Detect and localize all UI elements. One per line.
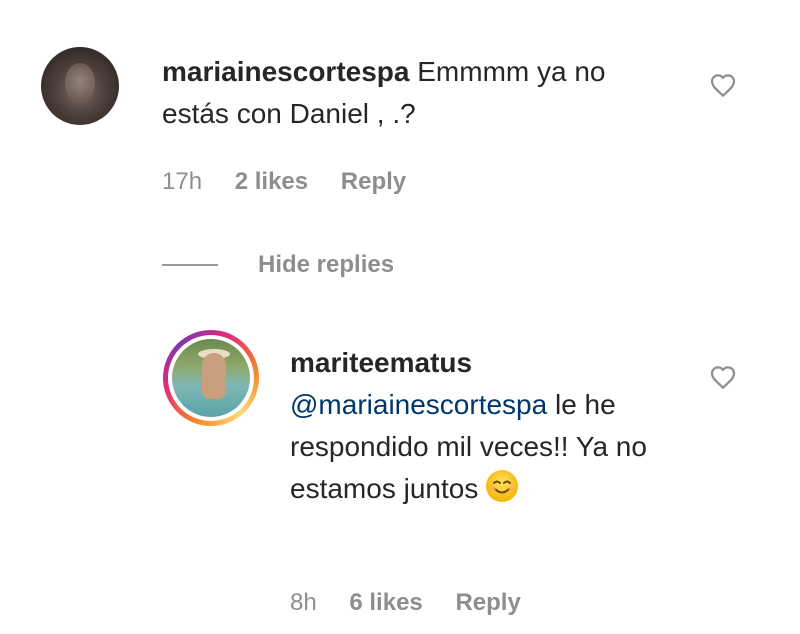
avatar-mariteematus-story-ring[interactable] — [163, 330, 259, 426]
comment-meta: 17h 2 likes Reply — [162, 168, 432, 196]
hide-replies-button[interactable]: Hide replies — [162, 250, 394, 280]
avatar-figure — [202, 353, 226, 399]
divider-line — [162, 264, 218, 266]
avatar-photo — [65, 63, 95, 103]
avatar-mariteematus — [172, 339, 250, 417]
comment-reply-button[interactable]: Reply — [341, 168, 406, 196]
hide-replies-label: Hide replies — [258, 251, 395, 278]
reply-mention-link[interactable]: @mariainescortespa — [290, 389, 547, 420]
avatar-mariainescortespa[interactable] — [41, 47, 119, 125]
comment-likes-link[interactable]: 2 likes — [235, 168, 308, 196]
comment-time: 17h — [162, 168, 203, 195]
reply-body: mariteematus @mariainescortespa le he re… — [290, 342, 690, 510]
reply-likes-link[interactable]: 6 likes — [349, 589, 422, 617]
reply-like-heart-icon[interactable] — [708, 362, 738, 392]
reply-meta: 8h 6 likes Reply — [290, 589, 547, 617]
comment-body: mariainescortespa Emmmm ya no estás con … — [162, 51, 662, 135]
reply-username[interactable]: mariteematus — [290, 342, 690, 384]
like-heart-icon[interactable] — [708, 70, 738, 100]
reply-reply-button[interactable]: Reply — [455, 589, 520, 617]
reply-time: 8h — [290, 589, 317, 616]
smiling-face-emoji-icon — [486, 470, 519, 502]
comment-username[interactable]: mariainescortespa — [162, 56, 409, 87]
comments-section: mariainescortespa Emmmm ya no estás con … — [0, 0, 800, 634]
